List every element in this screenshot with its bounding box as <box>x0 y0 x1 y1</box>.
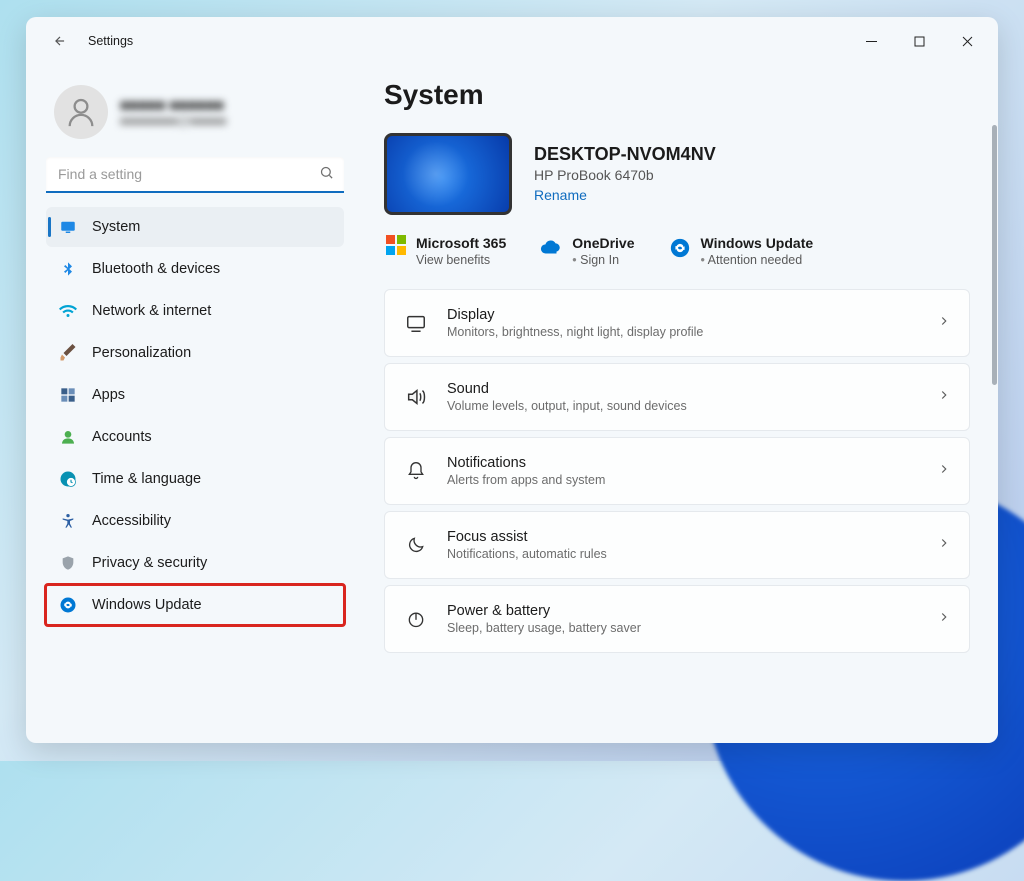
settings-cards: Display Monitors, brightness, night light… <box>384 289 970 653</box>
chevron-right-icon <box>937 536 951 555</box>
chevron-right-icon <box>937 314 951 333</box>
sidebar-item-label: Network & internet <box>92 303 211 319</box>
status-row: Microsoft 365 View benefits OneDrive Sign I… <box>384 235 970 267</box>
microsoft-logo-icon <box>386 235 406 255</box>
status-subtitle: Sign In <box>572 253 634 267</box>
minimize-button[interactable] <box>848 25 894 57</box>
person-icon <box>64 95 98 129</box>
sidebar-item-label: System <box>92 219 140 235</box>
sidebar-item-label: Privacy & security <box>92 555 207 571</box>
update-status-icon <box>669 237 691 259</box>
sidebar-item-accessibility[interactable]: Accessibility <box>46 501 344 541</box>
status-title: OneDrive <box>572 235 634 251</box>
card-subtitle: Volume levels, output, input, sound devi… <box>447 399 687 413</box>
close-button[interactable] <box>944 25 990 57</box>
chevron-right-icon <box>937 462 951 481</box>
sidebar-item-label: Bluetooth & devices <box>92 261 220 277</box>
card-display[interactable]: Display Monitors, brightness, night light… <box>384 289 970 357</box>
card-title: Focus assist <box>447 529 607 545</box>
sidebar-item-privacy-security[interactable]: Privacy & security <box>46 543 344 583</box>
status-title: Microsoft 365 <box>416 235 506 251</box>
sidebar-item-label: Windows Update <box>92 597 202 613</box>
bluetooth-icon <box>58 259 78 279</box>
card-subtitle: Monitors, brightness, night light, displ… <box>447 325 703 339</box>
moon-icon <box>403 535 429 555</box>
sidebar-item-network-internet[interactable]: Network & internet <box>46 291 344 331</box>
display-icon <box>403 312 429 334</box>
sidebar-item-accounts[interactable]: Accounts <box>46 417 344 457</box>
shield-icon <box>58 553 78 573</box>
apps-icon <box>58 385 78 405</box>
sidebar-item-label: Accessibility <box>92 513 171 529</box>
monitor-icon <box>58 217 78 237</box>
onedrive-icon <box>540 237 562 259</box>
nav-list: System Bluetooth & devices Network & inter… <box>46 207 344 625</box>
rename-link[interactable]: Rename <box>534 187 587 203</box>
brush-icon <box>58 343 78 363</box>
card-notifications[interactable]: Notifications Alerts from apps and system <box>384 437 970 505</box>
wifi-icon <box>58 301 78 321</box>
status-subtitle: Attention needed <box>701 253 814 267</box>
card-title: Sound <box>447 381 687 397</box>
maximize-button[interactable] <box>896 25 942 57</box>
card-focus-assist[interactable]: Focus assist Notifications, automatic rul… <box>384 511 970 579</box>
search-icon <box>319 165 334 185</box>
card-subtitle: Alerts from apps and system <box>447 473 605 487</box>
status-microsoft-[interactable]: Microsoft 365 View benefits <box>386 235 506 267</box>
sound-icon <box>403 386 429 408</box>
card-sound[interactable]: Sound Volume levels, output, input, sound… <box>384 363 970 431</box>
sidebar-item-label: Time & language <box>92 471 201 487</box>
status-onedrive[interactable]: OneDrive Sign In <box>540 235 634 267</box>
card-power-battery[interactable]: Power & battery Sleep, battery usage, bat… <box>384 585 970 653</box>
device-name: DESKTOP-NVOM4NV <box>534 144 716 165</box>
chevron-right-icon <box>937 388 951 407</box>
bell-icon <box>403 461 429 481</box>
back-button[interactable] <box>46 27 74 55</box>
profile-section[interactable]: ■■■■■ ■■■■■■ ■■■■■■■■@■■■■■ <box>46 73 344 157</box>
power-icon <box>403 609 429 629</box>
sidebar-item-windows-update[interactable]: Windows Update <box>46 585 344 625</box>
person-icon <box>58 427 78 447</box>
scrollbar-thumb[interactable] <box>992 125 997 385</box>
titlebar: Settings <box>26 17 998 65</box>
card-title: Power & battery <box>447 603 641 619</box>
globe-clock-icon <box>58 469 78 489</box>
accessibility-icon <box>58 511 78 531</box>
profile-name: ■■■■■ ■■■■■■ <box>120 97 226 114</box>
main-content: System DESKTOP-NVOM4NV HP ProBook 6470b … <box>356 65 998 743</box>
search-input[interactable] <box>46 157 344 193</box>
card-title: Notifications <box>447 455 605 471</box>
window-title: Settings <box>88 34 133 48</box>
status-windows-update[interactable]: Windows Update Attention needed <box>669 235 814 267</box>
settings-window: Settings ■■■■■ ■■■■■■ ■■■■■■■■@■■■■■ <box>26 17 998 743</box>
sidebar-item-label: Accounts <box>92 429 152 445</box>
search-wrapper <box>46 157 344 193</box>
card-subtitle: Sleep, battery usage, battery saver <box>447 621 641 635</box>
arrow-left-icon <box>53 34 67 48</box>
sidebar-item-personalization[interactable]: Personalization <box>46 333 344 373</box>
device-model: HP ProBook 6470b <box>534 167 716 183</box>
profile-email: ■■■■■■■■@■■■■■ <box>120 114 226 128</box>
update-icon <box>58 595 78 615</box>
card-title: Display <box>447 307 703 323</box>
status-subtitle: View benefits <box>416 253 506 267</box>
sidebar: ■■■■■ ■■■■■■ ■■■■■■■■@■■■■■ System Blueto… <box>26 65 356 743</box>
sidebar-item-bluetooth-devices[interactable]: Bluetooth & devices <box>46 249 344 289</box>
sidebar-item-apps[interactable]: Apps <box>46 375 344 415</box>
status-title: Windows Update <box>701 235 814 251</box>
window-controls <box>848 25 990 57</box>
page-title: System <box>384 79 970 111</box>
device-row: DESKTOP-NVOM4NV HP ProBook 6470b Rename <box>384 133 970 215</box>
card-subtitle: Notifications, automatic rules <box>447 547 607 561</box>
sidebar-item-label: Apps <box>92 387 125 403</box>
sidebar-item-time-language[interactable]: Time & language <box>46 459 344 499</box>
device-thumbnail <box>384 133 512 215</box>
sidebar-item-system[interactable]: System <box>46 207 344 247</box>
sidebar-item-label: Personalization <box>92 345 191 361</box>
avatar <box>54 85 108 139</box>
chevron-right-icon <box>937 610 951 629</box>
